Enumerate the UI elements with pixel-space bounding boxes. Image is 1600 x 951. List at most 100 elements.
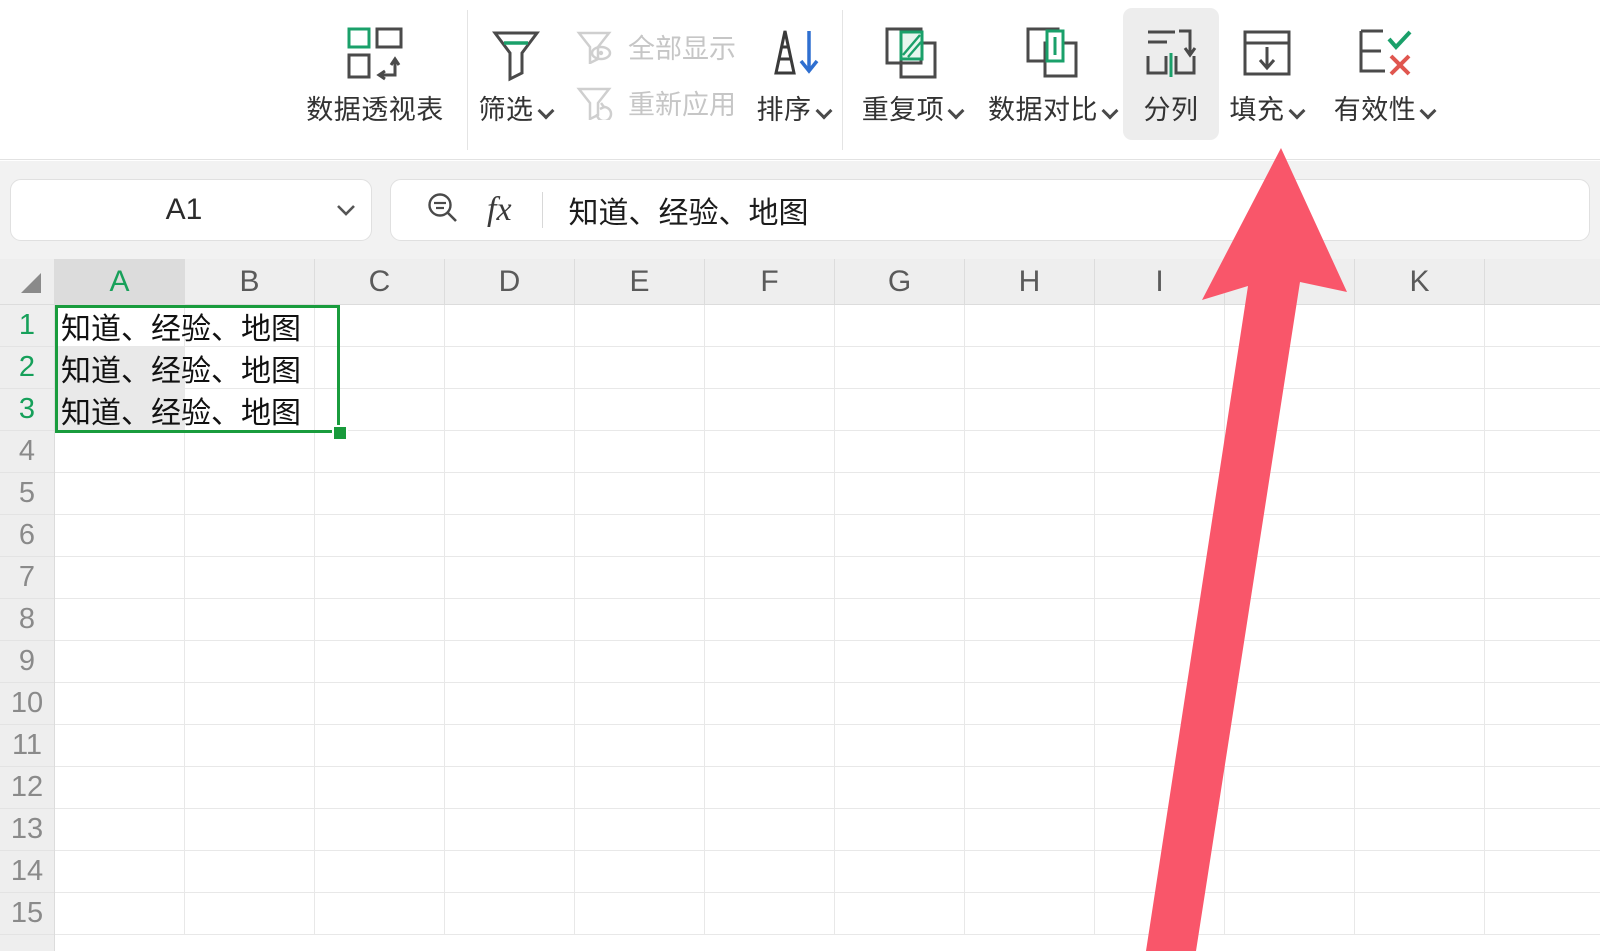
cell-g14[interactable] [835,851,965,893]
cell-d5[interactable] [445,473,575,515]
cell-f15[interactable] [705,893,835,935]
cell-f11[interactable] [705,725,835,767]
cell-a4[interactable] [55,431,185,473]
cell-j11[interactable] [1225,725,1355,767]
cell-f7[interactable] [705,557,835,599]
cell-i3[interactable] [1095,389,1225,431]
cell-c1[interactable] [315,305,445,347]
cell-j7[interactable] [1225,557,1355,599]
cell-g2[interactable] [835,347,965,389]
cell-k14[interactable] [1355,851,1485,893]
cell-a6[interactable] [55,515,185,557]
cell-c14[interactable] [315,851,445,893]
cell-h9[interactable] [965,641,1095,683]
cell-b7[interactable] [185,557,315,599]
filter-button[interactable]: 筛选 [468,8,564,140]
cell-e6[interactable] [575,515,705,557]
cell-f13[interactable] [705,809,835,851]
cell-c9[interactable] [315,641,445,683]
cell-j13[interactable] [1225,809,1355,851]
cell-e14[interactable] [575,851,705,893]
cell-e7[interactable] [575,557,705,599]
cell-i9[interactable] [1095,641,1225,683]
cell-a7[interactable] [55,557,185,599]
cell-c11[interactable] [315,725,445,767]
cell-b10[interactable] [185,683,315,725]
column-header-c[interactable]: C [315,259,445,305]
cell-f4[interactable] [705,431,835,473]
row-header-7[interactable]: 7 [0,557,54,599]
cell-g10[interactable] [835,683,965,725]
cell-d2[interactable] [445,347,575,389]
cell-i4[interactable] [1095,431,1225,473]
cell-c7[interactable] [315,557,445,599]
cell-b1[interactable] [185,305,315,347]
cell-g5[interactable] [835,473,965,515]
cell-k12[interactable] [1355,767,1485,809]
validation-button[interactable]: 有效性 [1315,8,1455,140]
cell-f12[interactable] [705,767,835,809]
cell-h1[interactable] [965,305,1095,347]
reapply-button[interactable]: 重新应用 [564,74,746,130]
cell-i10[interactable] [1095,683,1225,725]
cell-d12[interactable] [445,767,575,809]
cell-j10[interactable] [1225,683,1355,725]
cell-g4[interactable] [835,431,965,473]
row-header-2[interactable]: 2 [0,347,54,389]
cell-f1[interactable] [705,305,835,347]
cell-k3[interactable] [1355,389,1485,431]
cell-h4[interactable] [965,431,1095,473]
cell-e4[interactable] [575,431,705,473]
cell-a15[interactable] [55,893,185,935]
cell-d9[interactable] [445,641,575,683]
cell-g13[interactable] [835,809,965,851]
cell-d13[interactable] [445,809,575,851]
cell-i6[interactable] [1095,515,1225,557]
cell-d3[interactable] [445,389,575,431]
cell-i12[interactable] [1095,767,1225,809]
cell-h14[interactable] [965,851,1095,893]
row-header-3[interactable]: 3 [0,389,54,431]
cell-a3[interactable]: 知道、经验、地图 [55,389,301,431]
cell-c6[interactable] [315,515,445,557]
row-header-5[interactable]: 5 [0,473,54,515]
cell-e3[interactable] [575,389,705,431]
cell-c10[interactable] [315,683,445,725]
cell-g3[interactable] [835,389,965,431]
cell-e8[interactable] [575,599,705,641]
row-header-4[interactable]: 4 [0,431,54,473]
column-header-g[interactable]: G [835,259,965,305]
cell-g15[interactable] [835,893,965,935]
column-header-a[interactable]: A [55,259,185,305]
cell-j12[interactable] [1225,767,1355,809]
column-header-k[interactable]: K [1355,259,1485,305]
cell-k2[interactable] [1355,347,1485,389]
chevron-down-icon[interactable] [1420,103,1436,119]
cell-b11[interactable] [185,725,315,767]
cell-b5[interactable] [185,473,315,515]
cell-j9[interactable] [1225,641,1355,683]
row-header-8[interactable]: 8 [0,599,54,641]
row-header-13[interactable]: 13 [0,809,54,851]
cell-j6[interactable] [1225,515,1355,557]
cell-i14[interactable] [1095,851,1225,893]
split-columns-button[interactable]: 分列 [1123,8,1219,140]
cell-c8[interactable] [315,599,445,641]
column-header-f[interactable]: F [705,259,835,305]
cell-j2[interactable] [1225,347,1355,389]
row-header-10[interactable]: 10 [0,683,54,725]
cell-d11[interactable] [445,725,575,767]
cell-d15[interactable] [445,893,575,935]
sort-button[interactable]: 排序 [746,8,842,140]
cell-c12[interactable] [315,767,445,809]
cell-f9[interactable] [705,641,835,683]
cell-b13[interactable] [185,809,315,851]
cell-i1[interactable] [1095,305,1225,347]
cell-k7[interactable] [1355,557,1485,599]
cell-j8[interactable] [1225,599,1355,641]
cell-g7[interactable] [835,557,965,599]
cell-k4[interactable] [1355,431,1485,473]
column-header-d[interactable]: D [445,259,575,305]
chevron-down-icon[interactable] [948,103,964,119]
row-header-9[interactable]: 9 [0,641,54,683]
